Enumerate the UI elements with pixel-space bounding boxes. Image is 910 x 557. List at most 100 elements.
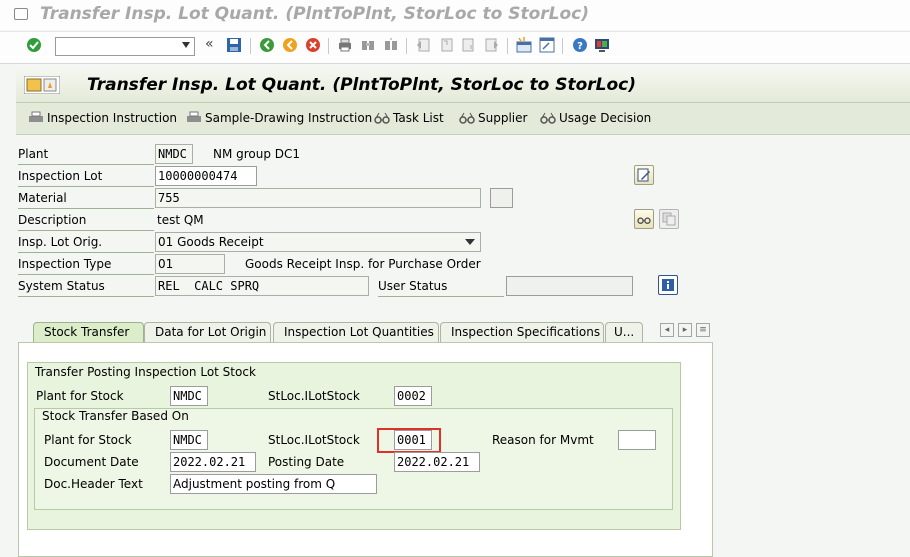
supplier-label: Supplier [478, 111, 528, 125]
inspection-instruction-button[interactable]: Inspection Instruction [28, 111, 177, 125]
glasses-icon [459, 112, 475, 124]
insp-lot-origin-label: Insp. Lot Orig. [18, 232, 154, 253]
user-status-field [506, 276, 633, 296]
tab-inspection-lot-quantities[interactable]: Inspection Lot Quantities [273, 322, 439, 343]
reason-for-movement-label: Reason for Mvmt [492, 433, 594, 447]
toolbar-separator [507, 38, 508, 54]
transfer-posting-group-title: Transfer Posting Inspection Lot Stock [35, 365, 256, 379]
reason-for-movement-field[interactable] [618, 430, 656, 450]
window-menu-icon[interactable] [14, 8, 28, 20]
find-next-icon[interactable] [383, 37, 399, 53]
inspection-lot-label: Inspection Lot [18, 166, 154, 187]
sub-plant-for-stock-label: Plant for Stock [44, 433, 132, 447]
inspection-type-description: Goods Receipt Insp. for Purchase Order [245, 257, 481, 271]
svg-text:?: ? [577, 41, 583, 52]
enter-icon[interactable] [26, 37, 42, 53]
toolbar-separator [406, 38, 407, 54]
plant-for-stock-label: Plant for Stock [36, 389, 124, 403]
tab-data-for-lot-origin[interactable]: Data for Lot Origin [144, 322, 271, 343]
first-page-icon[interactable] [415, 37, 431, 53]
prev-page-icon[interactable] [438, 37, 454, 53]
display-glasses-button[interactable] [634, 209, 654, 229]
command-dropdown-icon[interactable] [182, 42, 190, 48]
printer-icon [29, 111, 43, 122]
print-icon[interactable] [337, 37, 353, 53]
toolbar-separator [328, 38, 329, 54]
usage-decision-button[interactable]: Usage Decision [540, 111, 651, 125]
new-session-icon[interactable] [516, 37, 532, 53]
collapse-icon[interactable]: « [205, 36, 214, 52]
last-page-icon[interactable] [484, 37, 500, 53]
inspection-type-label: Inspection Type [18, 254, 154, 275]
sub-plant-for-stock-field[interactable]: NMDC [170, 430, 208, 450]
posting-date-label: Posting Date [268, 455, 345, 469]
cancel-icon[interactable] [305, 37, 321, 53]
material-label: Material [18, 188, 154, 209]
inspection-instruction-label: Inspection Instruction [47, 111, 178, 125]
next-page-icon[interactable] [461, 37, 477, 53]
tab-inspection-specifications[interactable]: Inspection Specifications [440, 322, 604, 343]
task-list-label: Task List [393, 111, 444, 125]
toolbar-separator [562, 38, 563, 54]
system-status-label: System Status [18, 276, 154, 297]
sample-drawing-instruction-label: Sample-Drawing Instruction [205, 111, 373, 125]
plant-for-stock-field[interactable]: NMDC [170, 386, 208, 406]
copy-icon [662, 212, 676, 226]
material-field: 755 [155, 188, 481, 208]
edit-lot-button[interactable] [634, 165, 654, 185]
supplier-button[interactable]: Supplier [459, 111, 527, 125]
shortcut-icon[interactable] [539, 37, 555, 53]
stloc-ilotstock-label: StLoc.ILotStock [268, 389, 360, 403]
document-date-field[interactable]: 2022.02.21 [170, 452, 256, 472]
glasses-icon [374, 112, 390, 124]
screen-header: Transfer Insp. Lot Quant. (PlntToPlnt, S… [16, 69, 910, 103]
screen-title: Transfer Insp. Lot Quant. (PlntToPlnt, S… [87, 75, 637, 95]
status-info-button[interactable] [658, 275, 678, 295]
tab-scroll-right-icon[interactable]: ▸ [678, 323, 692, 337]
sub-stloc-ilotstock-label: StLoc.ILotStock [268, 433, 360, 447]
stock-transfer-based-on-title: Stock Transfer Based On [42, 409, 189, 423]
system-status-field: REL CALC SPRQ [155, 276, 369, 296]
back-icon[interactable] [259, 37, 275, 53]
find-icon[interactable] [360, 37, 376, 53]
window-title-bar: Transfer Insp. Lot Quant. (PlntToPlnt, S… [0, 0, 910, 30]
exit-icon[interactable] [282, 37, 298, 53]
sample-drawing-instruction-button[interactable]: Sample-Drawing Instruction [186, 111, 372, 125]
customize-layout-icon[interactable] [594, 37, 610, 53]
description-value: test QM [157, 213, 204, 227]
command-field[interactable] [55, 37, 195, 56]
chevron-down-icon[interactable] [465, 239, 475, 245]
window-title: Transfer Insp. Lot Quant. (PlntToPlnt, S… [40, 4, 590, 24]
info-icon [662, 279, 674, 291]
tab-more[interactable]: U... [605, 322, 643, 343]
printer-icon [187, 111, 201, 122]
toolbar-separator [250, 38, 251, 54]
inspection-type-field: 01 [155, 254, 225, 274]
insp-lot-origin-dropdown[interactable]: 01 Goods Receipt [155, 232, 481, 252]
stloc-ilotstock-field[interactable]: 0002 [394, 386, 432, 406]
doc-header-text-field[interactable]: Adjustment posting from Q [170, 474, 377, 494]
screen-menu-icon[interactable] [24, 76, 60, 94]
glasses-icon [637, 217, 651, 224]
doc-header-text-label: Doc.Header Text [44, 477, 143, 491]
tab-scroll-left-icon[interactable]: ◂ [660, 323, 674, 337]
task-list-button[interactable]: Task List [374, 111, 444, 125]
description-label: Description [18, 210, 154, 231]
usage-decision-label: Usage Decision [559, 111, 652, 125]
plant-description: NM group DC1 [213, 147, 301, 161]
plant-field: NMDC [155, 144, 193, 164]
tab-stock-transfer[interactable]: Stock Transfer [33, 322, 144, 343]
insp-lot-origin-value: 01 Goods Receipt [158, 235, 264, 249]
posting-date-field[interactable]: 2022.02.21 [394, 452, 480, 472]
edit-icon [637, 168, 650, 182]
inspection-lot-field[interactable]: 10000000474 [155, 166, 257, 186]
help-icon[interactable]: ? [572, 37, 588, 53]
material-extra-field [490, 188, 513, 208]
user-status-label: User Status [378, 276, 504, 297]
glasses-icon [540, 112, 556, 124]
document-date-label: Document Date [44, 455, 139, 469]
plant-label: Plant [18, 144, 154, 165]
save-icon[interactable] [226, 37, 242, 53]
copy-button[interactable] [659, 209, 679, 229]
tab-list-icon[interactable]: ≡ [696, 323, 710, 337]
